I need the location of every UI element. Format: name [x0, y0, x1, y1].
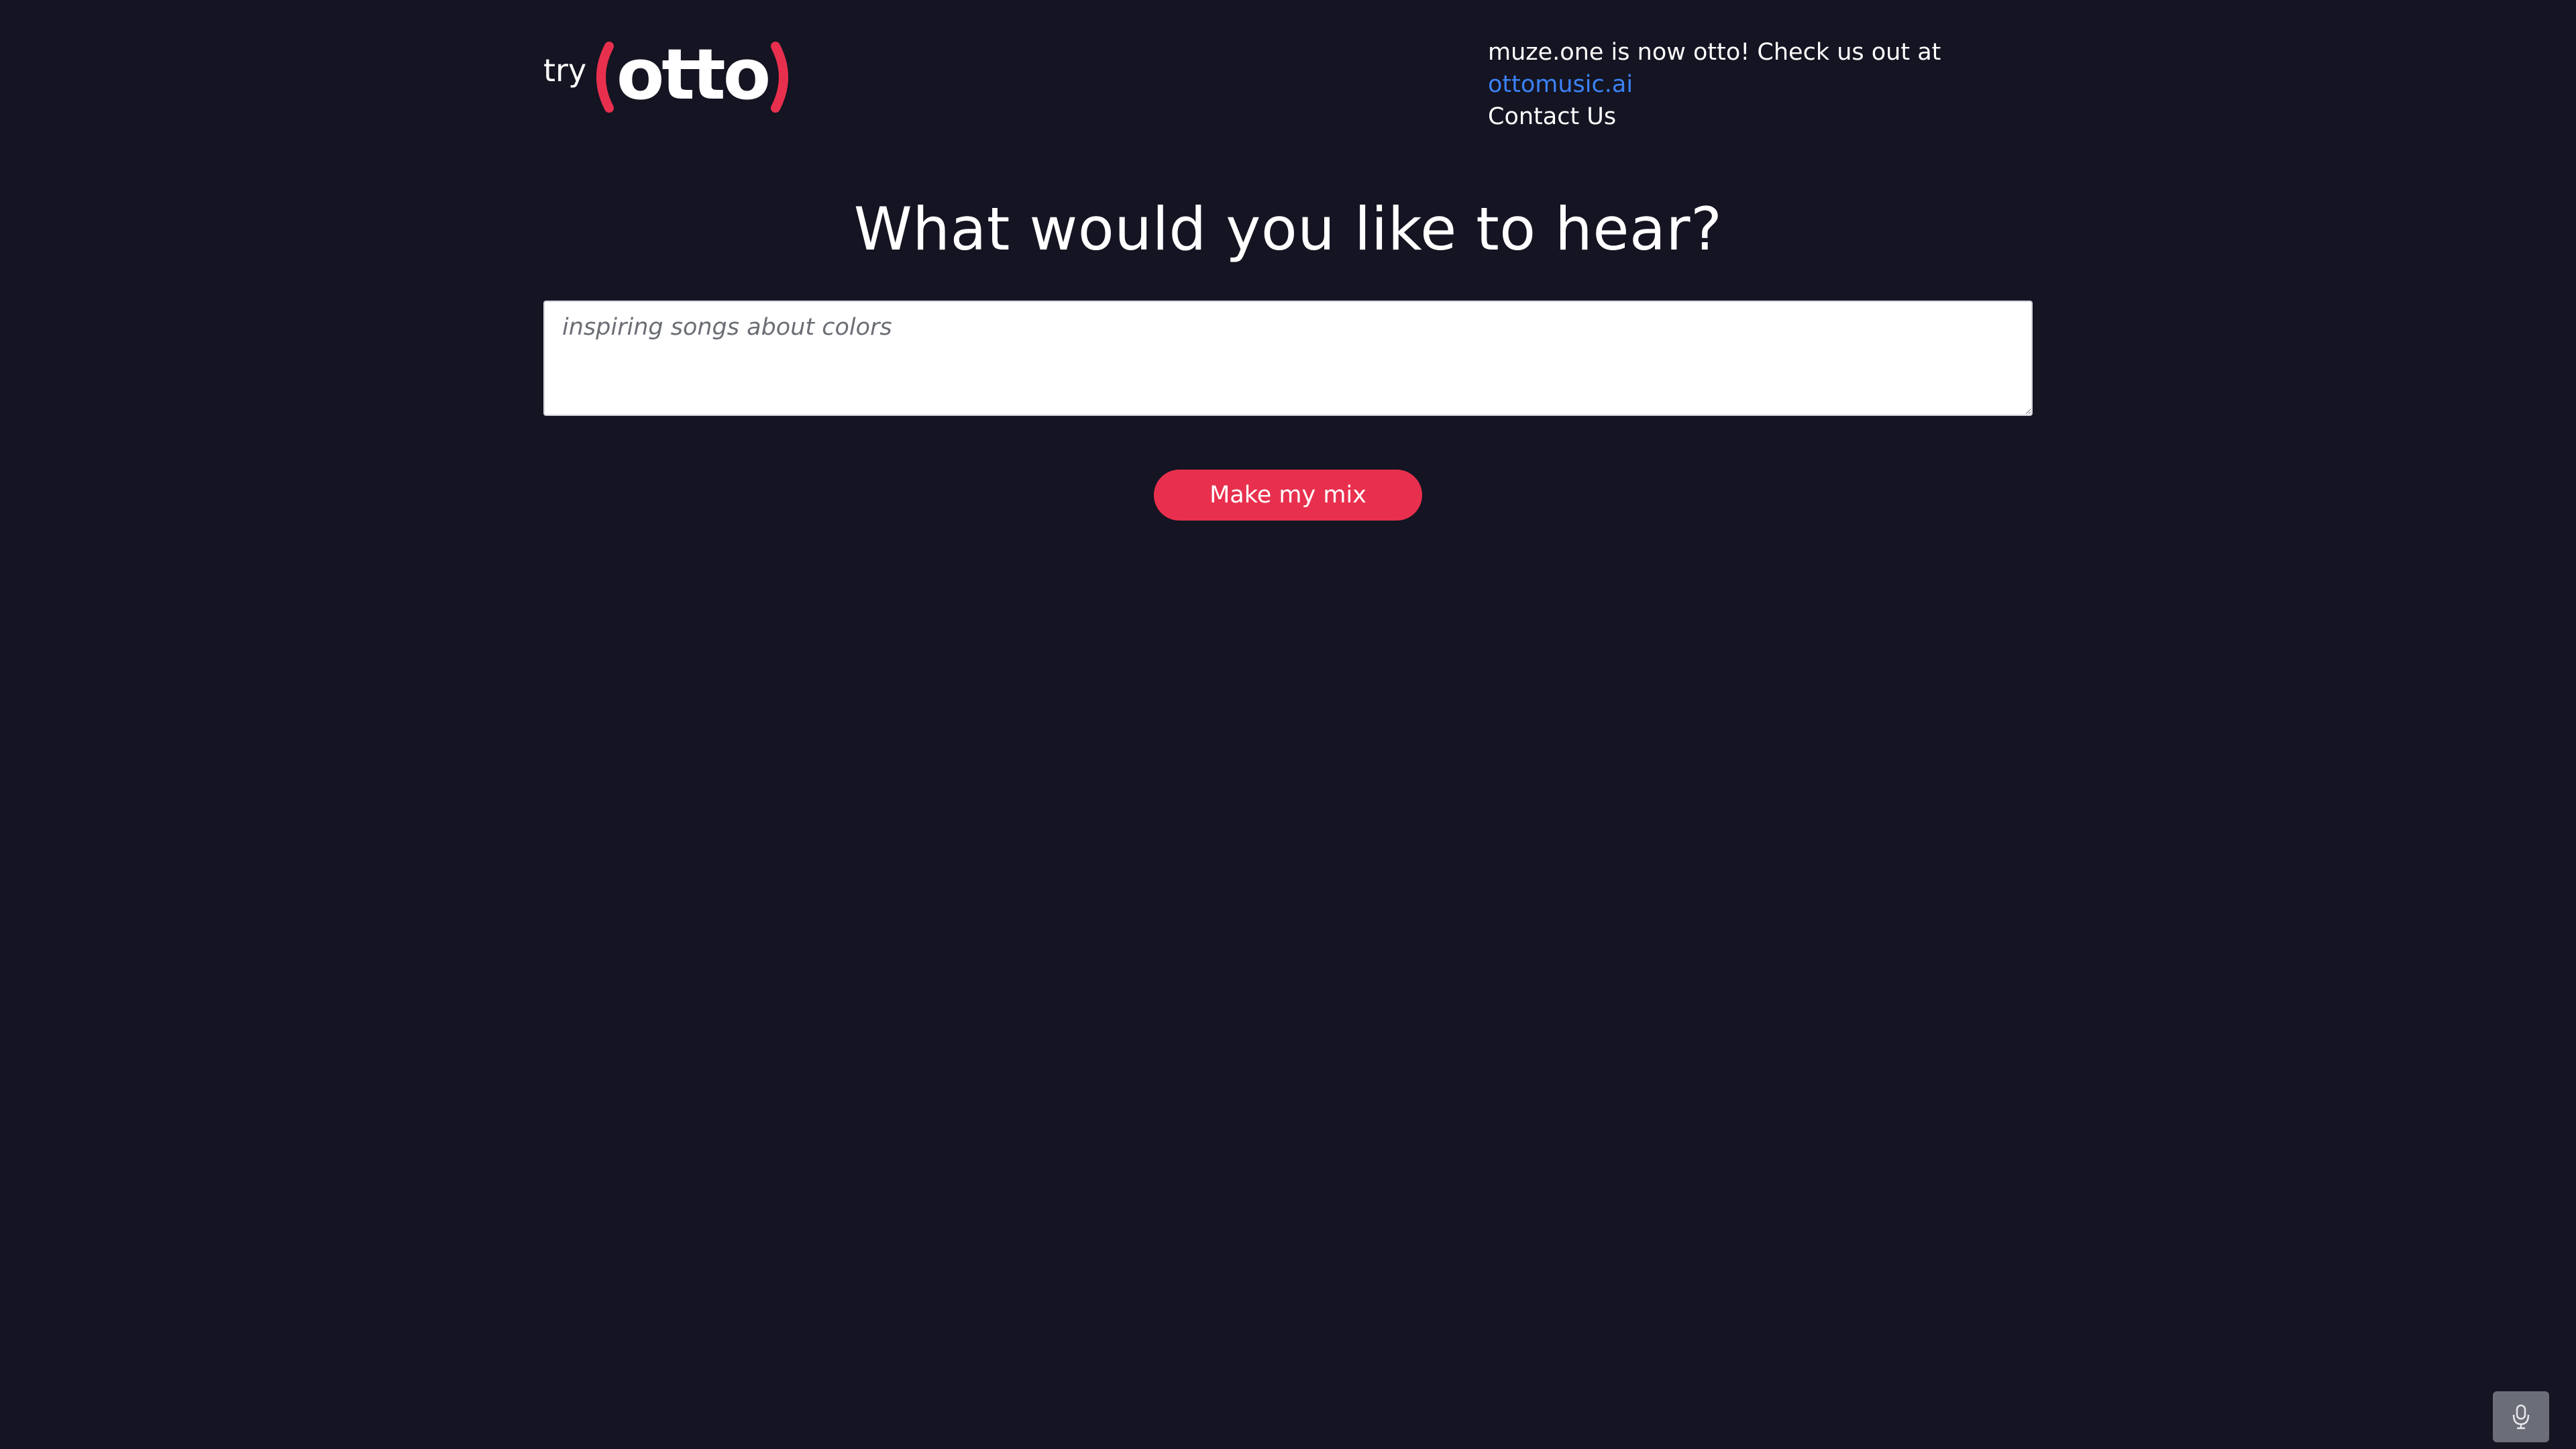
page-title: What would you like to hear? [853, 195, 1723, 264]
notice: muze.one is now otto! Check us out at ot… [1488, 36, 2033, 133]
prompt-input[interactable] [543, 301, 2033, 416]
page: try otto muze.one is now otto! Check us … [0, 0, 2576, 1449]
contact-us-link[interactable]: Contact Us [1488, 101, 2033, 133]
microphone-button[interactable] [2493, 1391, 2549, 1442]
header: try otto muze.one is now otto! Check us … [543, 0, 2033, 134]
microphone-icon [2512, 1404, 2530, 1430]
logo-brand: otto [616, 37, 768, 115]
otto-logo-icon: otto [596, 37, 789, 115]
make-my-mix-button[interactable]: Make my mix [1154, 470, 1422, 521]
logo[interactable]: try otto [543, 37, 793, 117]
logo-prefix: try [543, 52, 587, 89]
notice-text: muze.one is now otto! Check us out at [1488, 39, 1941, 66]
ottomusic-link[interactable]: ottomusic.ai [1488, 71, 1633, 98]
